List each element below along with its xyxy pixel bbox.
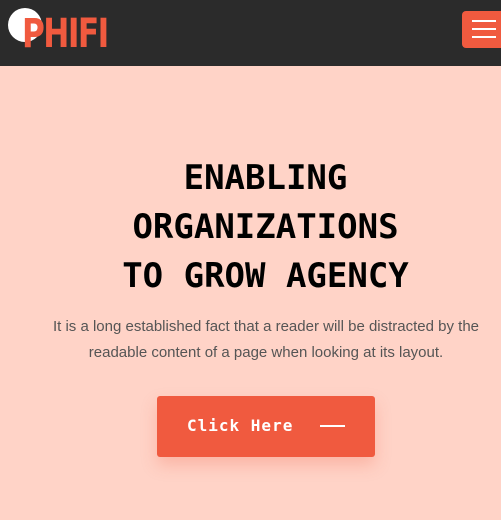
hamburger-icon: [472, 20, 496, 22]
headline-line: TO GROW AGENCY: [122, 256, 409, 296]
headline-line: ENABLING: [183, 158, 348, 198]
dash-arrow-icon: [320, 425, 345, 427]
brand-logo[interactable]: PHIFI: [8, 6, 118, 56]
click-here-button[interactable]: Click Here: [157, 396, 375, 457]
hero-headline: ENABLING ORGANIZATIONS TO GROW AGENCY: [0, 154, 501, 301]
hamburger-icon: [472, 28, 496, 30]
cta-label: Click Here: [187, 416, 294, 435]
brand-name: PHIFI: [22, 11, 109, 57]
hero-description: It is a long established fact that a rea…: [52, 318, 480, 361]
hamburger-icon: [472, 36, 496, 38]
menu-toggle-button[interactable]: [462, 11, 501, 48]
headline-line: ORGANIZATIONS: [132, 207, 399, 247]
navbar: PHIFI: [0, 0, 501, 66]
